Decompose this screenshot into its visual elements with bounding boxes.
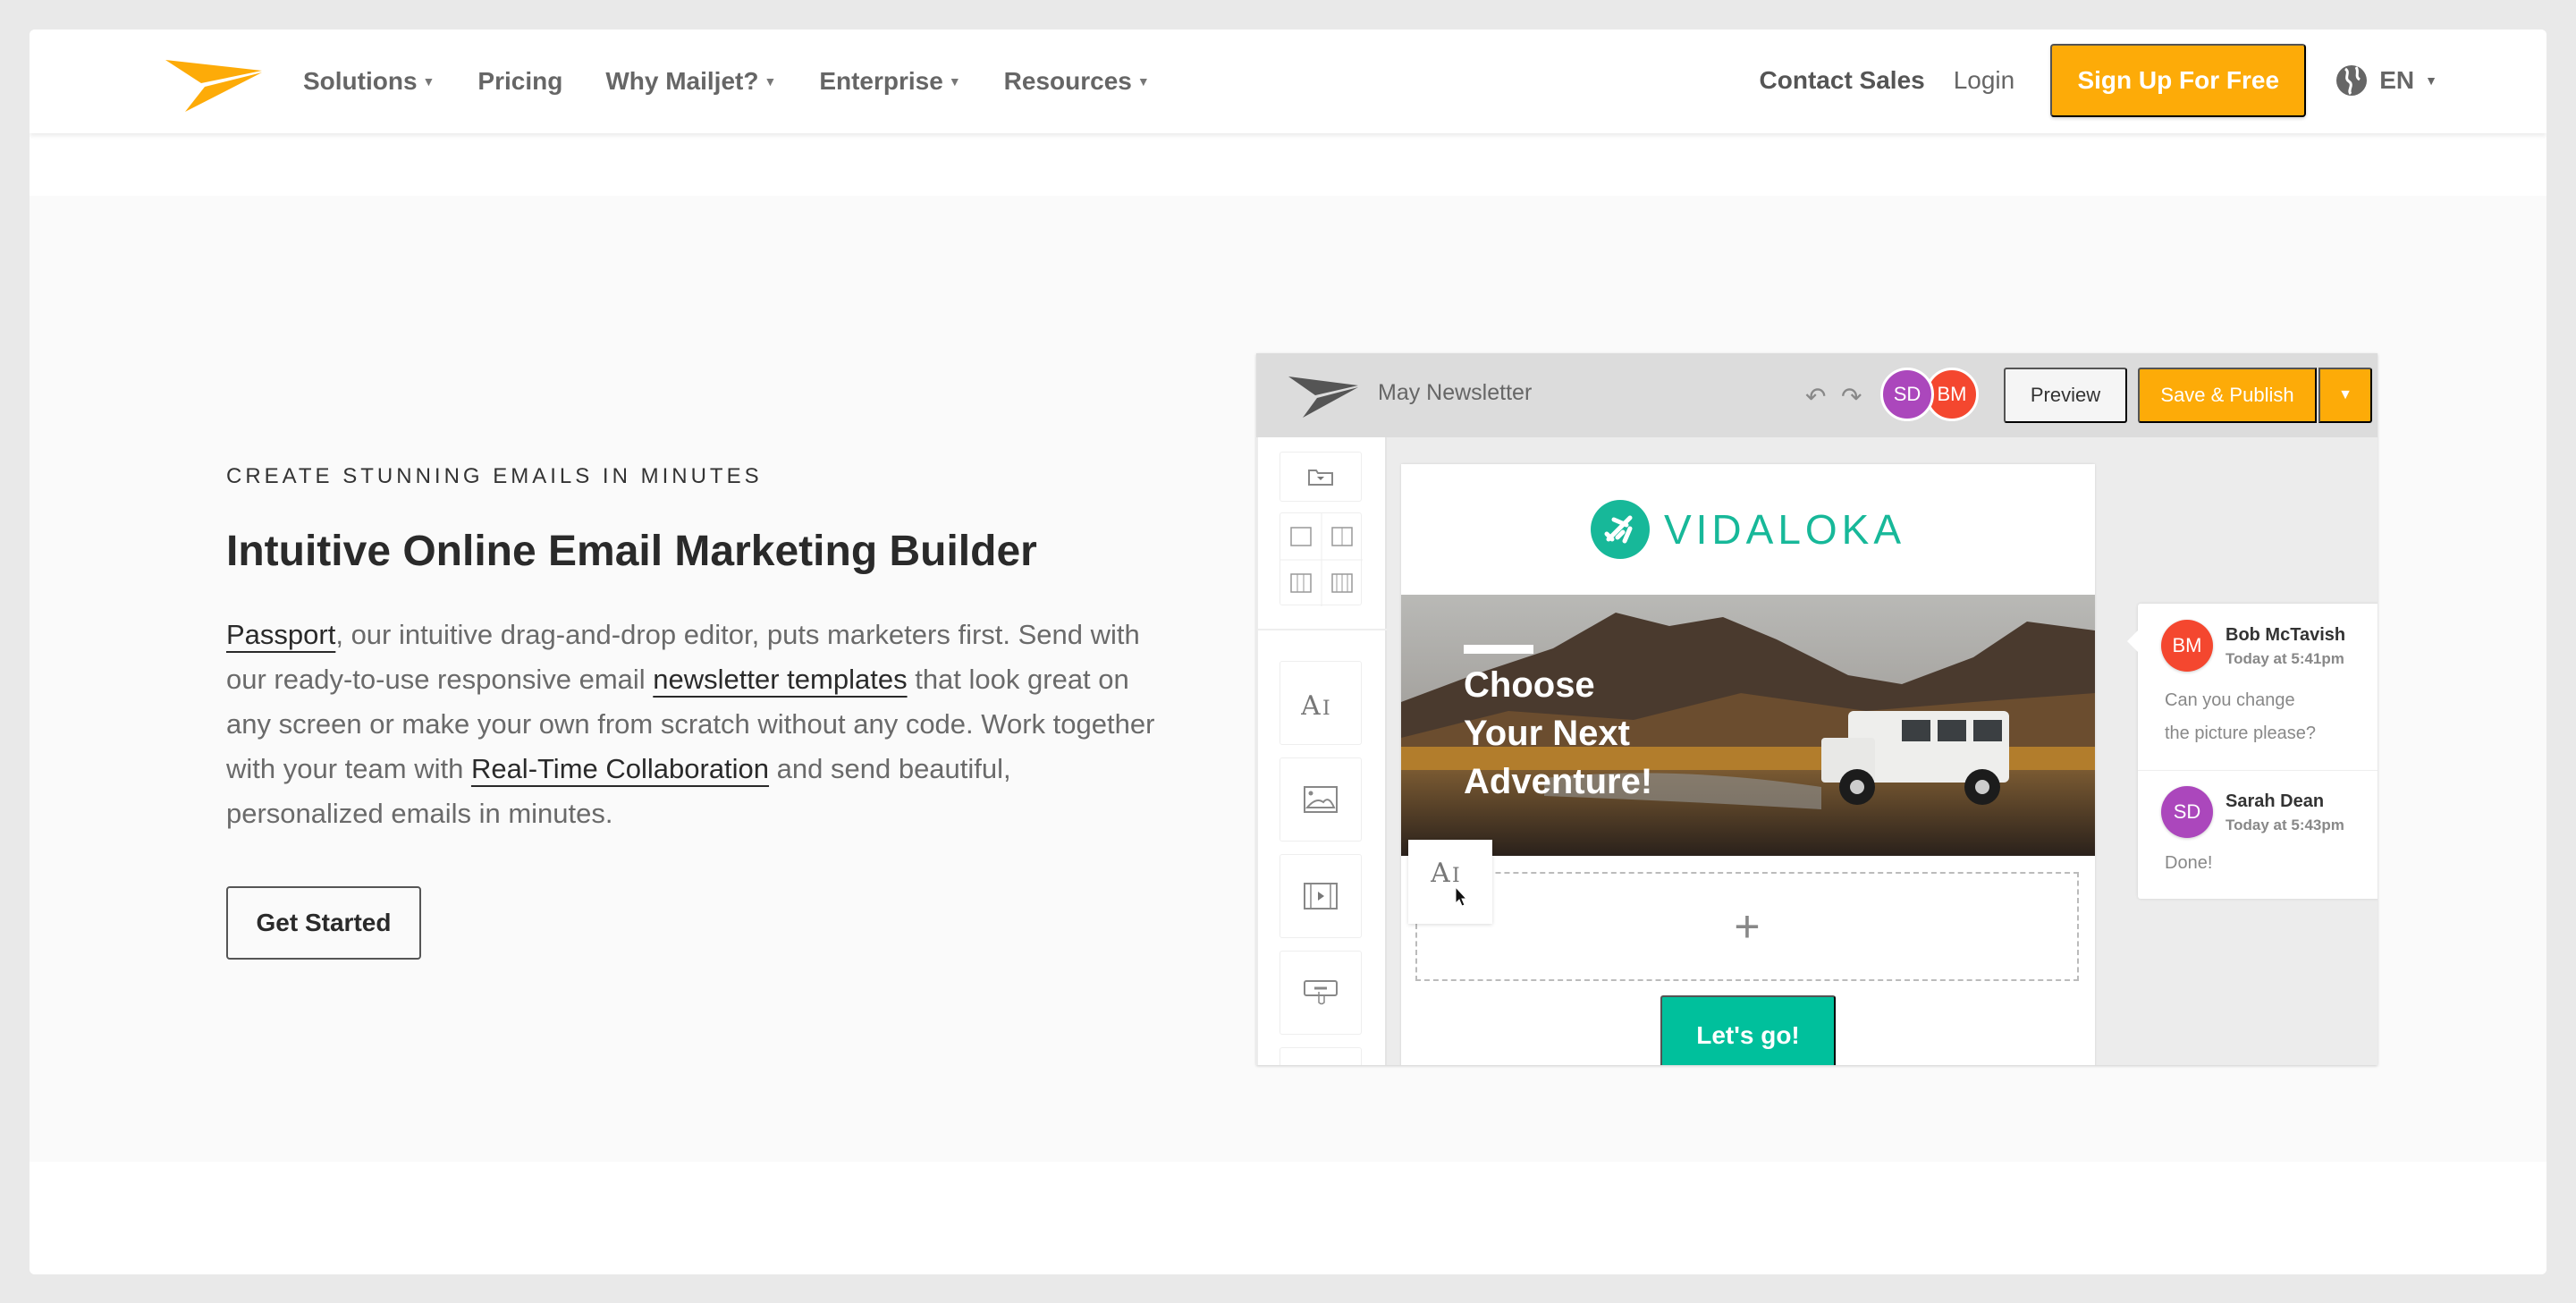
collaborator-avatar[interactable]: SD <box>1880 368 1934 421</box>
layout-tiles <box>1280 512 1363 606</box>
preview-button[interactable]: Preview <box>2004 368 2127 423</box>
email-brand-name: VIDALOKA <box>1663 506 1906 553</box>
mailjet-logo[interactable] <box>165 55 264 112</box>
save-publish-button[interactable]: Save & Publish <box>2138 368 2317 423</box>
saved-sections-tile[interactable] <box>1280 452 1362 502</box>
main-menu: Solutions ▼ Pricing Why Mailjet? ▼ Enterpr… <box>303 63 1193 99</box>
comment-divider <box>2138 770 2378 771</box>
nav-actions: Contact Sales Login Sign Up For Free EN … <box>1760 44 2546 117</box>
chevron-down-icon: ▼ <box>948 74 961 89</box>
nav-solutions[interactable]: Solutions ▼ <box>303 67 435 96</box>
chevron-down-icon: ▼ <box>764 74 777 89</box>
comment-avatar: BM <box>2161 620 2213 672</box>
next-section <box>30 1162 2546 1274</box>
sidebar-divider <box>1258 629 1387 630</box>
layout-columns-icons[interactable] <box>1280 513 1363 606</box>
button-icon <box>1304 980 1338 1005</box>
button-block-tile[interactable] <box>1280 951 1362 1035</box>
banner-headline: Choose Your Next Adventure! <box>1464 665 1653 801</box>
svg-text:I: I <box>1452 865 1460 887</box>
language-selector[interactable]: EN ▼ <box>2335 63 2437 97</box>
comment-timestamp: Today at 5:41pm <box>2225 650 2344 667</box>
image-block-tile[interactable] <box>1280 757 1362 842</box>
sign-up-button[interactable]: Sign Up For Free <box>2050 44 2307 117</box>
redo-icon[interactable]: ↷ <box>1841 382 1862 411</box>
nav-pricing[interactable]: Pricing <box>477 67 562 96</box>
comment-avatar: SD <box>2161 786 2213 838</box>
browser-page: Solutions ▼ Pricing Why Mailjet? ▼ Enterpr… <box>30 30 2546 1274</box>
email-editor-preview: May Newsletter ↶ ↷ SD BM Preview Save & … <box>1256 353 2378 1065</box>
undo-icon[interactable]: ↶ <box>1805 382 1826 411</box>
contact-sales-link[interactable]: Contact Sales <box>1760 66 1925 95</box>
top-navigation: Solutions ▼ Pricing Why Mailjet? ▼ Enterpr… <box>30 30 2546 133</box>
mouse-cursor-icon <box>1455 885 1468 907</box>
drop-zone[interactable]: + <box>1415 872 2079 981</box>
comments-panel: BM Bob McTavish Today at 5:41pm Can you … <box>2127 604 2378 899</box>
email-cta-button[interactable]: Let's go! <box>1660 995 1836 1065</box>
dragged-text-block[interactable]: AI <box>1408 840 1492 924</box>
passport-link[interactable]: Passport <box>226 619 335 650</box>
svg-text:A: A <box>1431 858 1450 889</box>
folder-icon <box>1308 470 1333 486</box>
nav-enterprise[interactable]: Enterprise ▼ <box>819 67 960 96</box>
hero-eyebrow: CREATE STUNNING EMAILS IN MINUTES <box>226 464 763 488</box>
comment-text: Can you change the picture please? <box>2165 690 2317 743</box>
image-icon <box>1304 786 1338 813</box>
nav-resources[interactable]: Resources ▼ <box>1004 67 1150 96</box>
text-icon: AI <box>1431 858 1468 907</box>
email-hero-banner[interactable]: Choose Your Next Adventure! <box>1401 595 2095 856</box>
editor-document-title: May Newsletter <box>1378 380 1533 405</box>
login-link[interactable]: Login <box>1954 66 2015 95</box>
video-block-tile[interactable] <box>1280 854 1362 938</box>
hero-headline: Intuitive Online Email Marketing Builder <box>226 528 1037 575</box>
editor-block-sidebar: AI <box>1258 437 1387 1065</box>
editor-logo-icon <box>1288 377 1358 418</box>
real-time-collaboration-link[interactable]: Real-Time Collaboration <box>471 753 769 784</box>
svg-text:A: A <box>1301 690 1321 716</box>
newsletter-templates-link[interactable]: newsletter templates <box>653 664 907 695</box>
svg-text:I: I <box>1322 698 1330 716</box>
comment-text: Done! <box>2165 853 2213 873</box>
comment-author: Bob McTavish <box>2225 625 2346 645</box>
comment-timestamp: Today at 5:43pm <box>2225 816 2344 833</box>
plus-icon: + <box>1734 901 1761 952</box>
editor-toolbar: May Newsletter ↶ ↷ SD BM Preview Save & … <box>1256 353 2378 437</box>
chevron-down-icon: ▼ <box>1136 74 1150 89</box>
hero-description: Passport, our intuitive drag-and-drop ed… <box>226 619 1155 829</box>
hero-section: CREATE STUNNING EMAILS IN MINUTES Intuit… <box>30 196 2546 1162</box>
nav-why-mailjet[interactable]: Why Mailjet? ▼ <box>605 67 776 96</box>
chevron-down-icon: ▼ <box>2425 73 2437 88</box>
comment-author: Sarah Dean <box>2225 791 2325 811</box>
video-icon <box>1304 883 1338 910</box>
email-brand-header: VIDALOKA <box>1401 464 2095 595</box>
more-block-tile[interactable] <box>1280 1047 1362 1065</box>
email-canvas: VIDALOKA Choose Your Next Adventure! + A… <box>1401 464 2095 1065</box>
airplane-logo-icon <box>1590 500 1650 559</box>
text-icon: AI <box>1301 690 1330 716</box>
chevron-down-icon: ▼ <box>422 74 435 89</box>
globe-icon <box>2336 65 2368 96</box>
publish-options-dropdown[interactable]: ▼ <box>2318 368 2372 423</box>
get-started-button[interactable]: Get Started <box>226 886 421 960</box>
banner-accent-bar <box>1464 645 1533 654</box>
text-block-tile[interactable]: AI <box>1280 661 1362 745</box>
